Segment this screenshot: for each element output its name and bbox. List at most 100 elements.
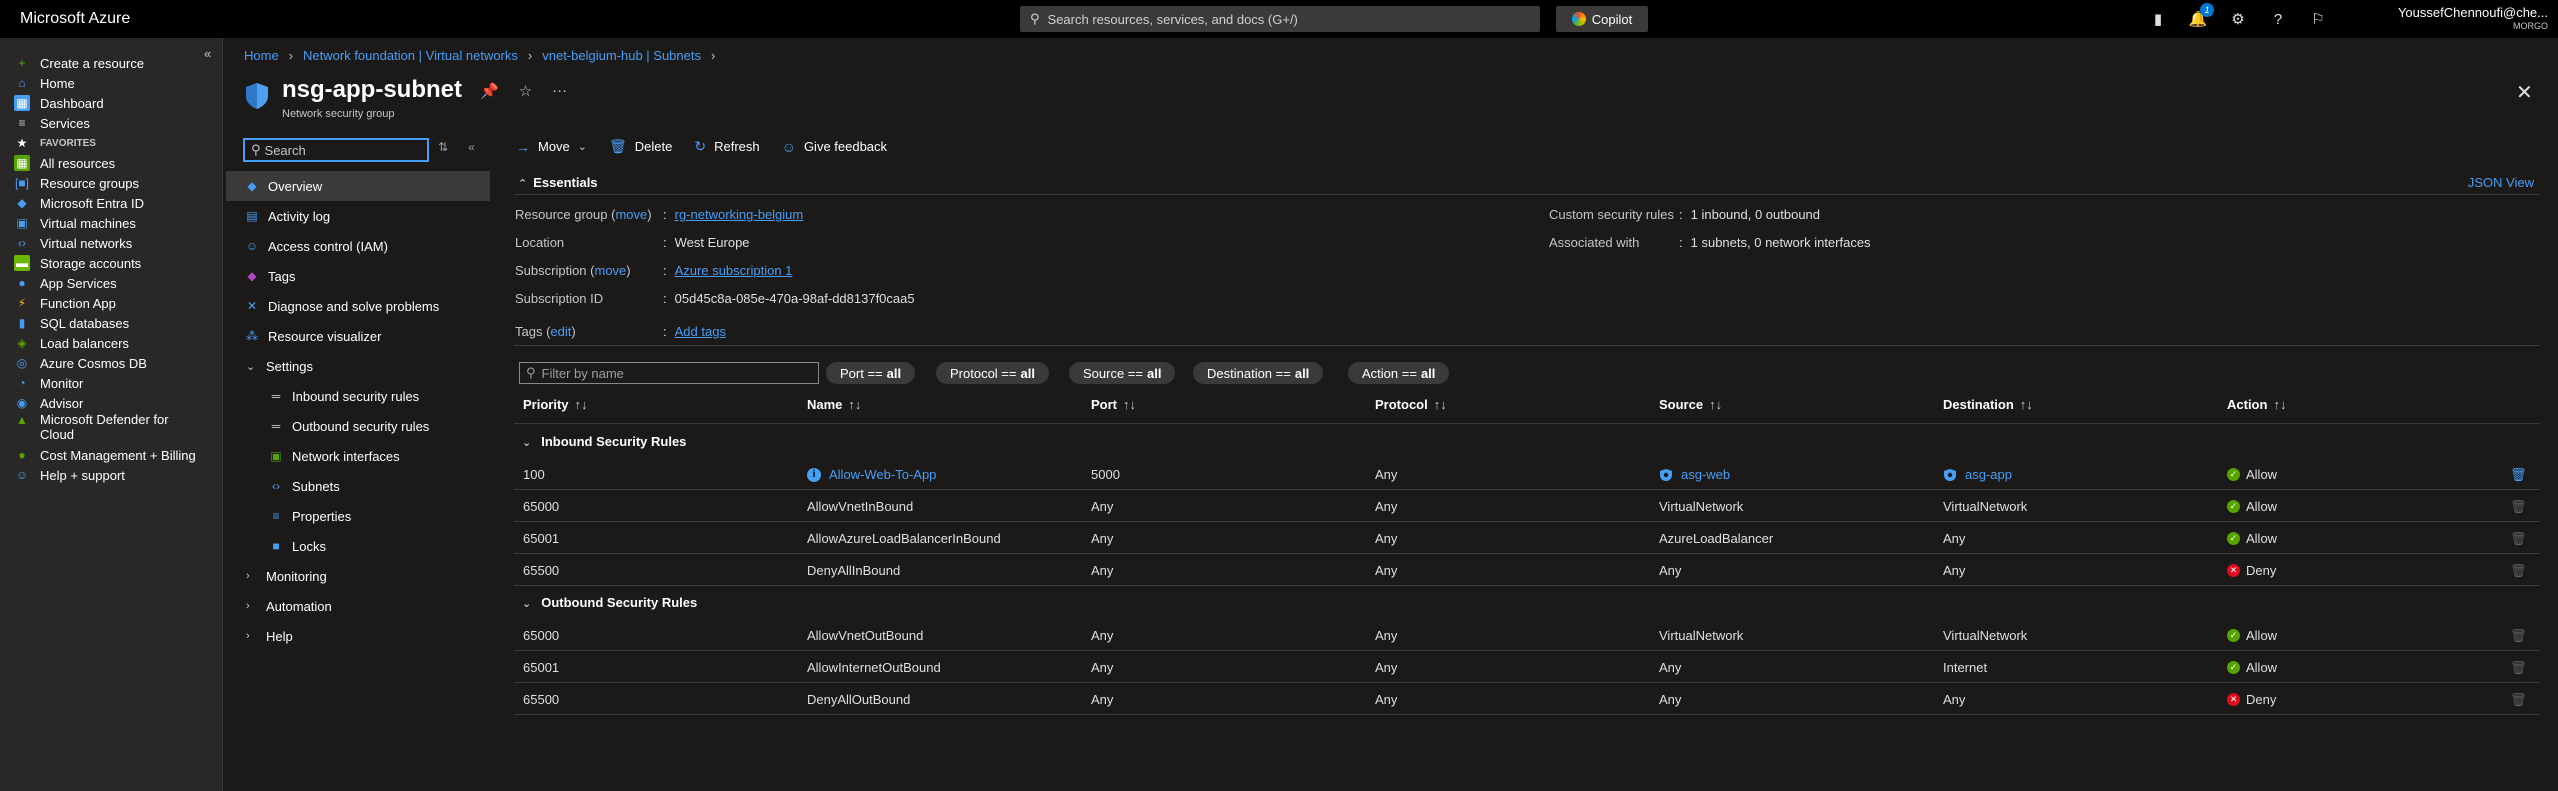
refresh-icon: ↻: [694, 138, 707, 154]
breadcrumb-subnets[interactable]: vnet-belgium-hub | Subnets: [542, 48, 701, 63]
leftnav-item-virtual-machines[interactable]: ▣ Virtual machines: [14, 212, 214, 234]
delete-button[interactable]: 🗑 Delete: [609, 138, 672, 155]
leftnav-item-app-services[interactable]: ● App Services: [14, 272, 214, 294]
leftnav-item-function-app[interactable]: ⚡ Function App: [14, 292, 214, 314]
resource-menu-item-inbound-security-rules[interactable]: ═ Inbound security rules: [226, 381, 490, 411]
leftnav-item-home[interactable]: ⌂ Home: [14, 72, 214, 94]
resource-menu-item-locks[interactable]: ■ Locks: [226, 531, 490, 561]
outbound-group-header[interactable]: ⌄ Outbound Security Rules: [522, 595, 697, 610]
resource-menu-item-subnets[interactable]: ‹› Subnets: [226, 471, 490, 501]
move-subscription-link[interactable]: move: [595, 263, 627, 278]
column-header-name[interactable]: Name ↑↓: [807, 397, 861, 412]
add-tags-link[interactable]: Add tags: [675, 324, 726, 339]
rule-action: ✓ Allow: [2227, 499, 2277, 514]
resource-menu-item-diagnose-and-solve-problems[interactable]: ✕ Diagnose and solve problems: [226, 291, 490, 321]
close-blade-icon[interactable]: ✕: [2516, 80, 2533, 105]
leftnav-item-monitor[interactable]: ◔ Monitor: [14, 372, 214, 394]
rule-name: DenyAllInBound: [807, 563, 901, 578]
essentials-header[interactable]: ⌃ Essentials JSON View: [514, 172, 2540, 195]
breadcrumb-virtual-networks[interactable]: Network foundation | Virtual networks: [303, 48, 518, 63]
properties-icon: ≡: [272, 509, 280, 523]
expand-collapse-icon[interactable]: ⇅: [438, 140, 448, 154]
subscription-link[interactable]: Azure subscription 1: [675, 263, 793, 278]
resource-menu-item-automation[interactable]: › Automation: [226, 591, 490, 621]
json-view-link[interactable]: JSON View: [2468, 175, 2534, 190]
column-header-action[interactable]: Action ↑↓: [2227, 397, 2286, 412]
rule-destination[interactable]: asg-app: [1943, 467, 2012, 482]
filter-pill-protocol[interactable]: Protocol == all: [936, 362, 1049, 384]
leftnav-item-help-support[interactable]: ☺ Help + support: [14, 464, 214, 486]
leftnav-item-plus[interactable]: + Create a resource: [14, 52, 214, 74]
resource-menu-item-outbound-security-rules[interactable]: ═ Outbound security rules: [226, 411, 490, 441]
leftnav-item-advisor[interactable]: ◉ Advisor: [14, 392, 214, 414]
resource-menu-item-overview[interactable]: ◆ Overview: [226, 171, 490, 201]
essentials-resource-group: Resource group (move) : rg-networking-be…: [515, 207, 804, 222]
resource-menu-search-input[interactable]: ⚲ Search: [243, 138, 429, 162]
edit-tags-link[interactable]: edit: [550, 324, 571, 339]
resource-menu-item-access-control-iam[interactable]: ☺ Access control (IAM): [226, 231, 490, 261]
rule-name: AllowInternetOutBound: [807, 660, 941, 675]
leftnav-item-cosmos-db[interactable]: ◎ Azure Cosmos DB: [14, 352, 214, 374]
visualizer-icon: ⁂: [246, 329, 258, 343]
column-header-priority[interactable]: Priority ↑↓: [523, 397, 588, 412]
brand-title[interactable]: Microsoft Azure: [20, 10, 130, 28]
chevron-down-icon: ⌄: [246, 360, 256, 373]
rule-destination: Internet: [1943, 660, 1988, 675]
filter-pill-action[interactable]: Action == all: [1348, 362, 1450, 384]
user-account-button[interactable]: YoussefChennoufi@che... MORGO: [2358, 5, 2548, 31]
give-feedback-button[interactable]: ☺ Give feedback: [782, 138, 887, 155]
inbound-group-header[interactable]: ⌄ Inbound Security Rules: [522, 434, 686, 449]
column-header-destination[interactable]: Destination ↑↓: [1943, 397, 2033, 412]
delete-rule-icon: 🗑: [2510, 499, 2527, 514]
global-search-input[interactable]: ⚲ Search resources, services, and docs (…: [1020, 6, 1540, 32]
resource-menu-item-tags[interactable]: ◆ Tags: [226, 261, 490, 291]
filter-by-name-input[interactable]: ⚲ Filter by name: [519, 362, 819, 384]
breadcrumb-home[interactable]: Home: [244, 48, 279, 63]
resource-menu-item-network-interfaces[interactable]: ▣ Network interfaces: [226, 441, 490, 471]
resource-menu-item-resource-visualizer[interactable]: ⁂ Resource visualizer: [226, 321, 490, 351]
settings-gear-icon[interactable]: ⚙: [2228, 9, 2248, 29]
rule-name[interactable]: i Allow-Web-To-App: [807, 467, 936, 482]
feedback-icon[interactable]: ⚐: [2308, 9, 2328, 29]
breadcrumb-separator: ›: [527, 48, 533, 63]
leftnav-item-all-resources[interactable]: ▦ All resources: [14, 152, 214, 174]
help-icon[interactable]: ?: [2268, 9, 2288, 29]
collapse-menu-icon[interactable]: «: [468, 140, 475, 154]
leftnav-item-load-balancers[interactable]: ◈ Load balancers: [14, 332, 214, 354]
notifications-bell-icon[interactable]: 🔔 1: [2188, 3, 2214, 29]
leftnav-item-resource-groups[interactable]: [■] Resource groups: [14, 172, 214, 194]
column-header-protocol[interactable]: Protocol ↑↓: [1375, 397, 1447, 412]
resource-menu-item-activity-log[interactable]: ▤ Activity log: [226, 201, 490, 231]
subscription-id-value: 05d45c8a-085e-470a-98af-dd8137f0caa5: [674, 291, 915, 306]
leftnav-item-entra-id[interactable]: ◆ Microsoft Entra ID: [14, 192, 214, 214]
cloud-shell-icon[interactable]: ▮: [2148, 9, 2168, 29]
delete-rule-icon[interactable]: 🗑: [2510, 467, 2527, 483]
filter-pill-destination[interactable]: Destination == all: [1193, 362, 1324, 384]
resource-menu-item-monitoring[interactable]: › Monitoring: [226, 561, 490, 591]
more-options-icon[interactable]: ···: [552, 82, 567, 100]
leftnav-item-cost-management[interactable]: ● Cost Management + Billing: [14, 444, 214, 466]
rule-source[interactable]: asg-web: [1659, 467, 1730, 482]
filter-pill-port[interactable]: Port == all: [826, 362, 916, 384]
resource-group-link[interactable]: rg-networking-belgium: [675, 207, 804, 222]
pin-icon[interactable]: 📌: [480, 82, 499, 100]
copilot-button[interactable]: Copilot: [1556, 6, 1648, 32]
move-resource-group-link[interactable]: move: [615, 207, 647, 222]
leftnav-item-services[interactable]: ≡ Services: [14, 112, 214, 134]
leftnav-item-virtual-networks[interactable]: ‹› Virtual networks: [14, 232, 214, 254]
resource-menu-item-help[interactable]: › Help: [226, 621, 490, 651]
leftnav-item-sql-databases[interactable]: ▮ SQL databases: [14, 312, 214, 334]
leftnav-item-dashboard[interactable]: ▦ Dashboard: [14, 92, 214, 114]
row-divider: [514, 682, 2540, 683]
column-header-source[interactable]: Source ↑↓: [1659, 397, 1722, 412]
filter-pill-source[interactable]: Source == all: [1069, 362, 1176, 384]
move-button[interactable]: → Move ⌄: [516, 138, 587, 155]
associated-value: 1 subnets, 0 network interfaces: [1690, 235, 1871, 250]
column-header-port[interactable]: Port ↑↓: [1091, 397, 1136, 412]
overview-shield-icon: ◆: [247, 179, 257, 193]
resource-menu-item-properties[interactable]: ≡ Properties: [226, 501, 490, 531]
refresh-button[interactable]: ↻ Refresh: [694, 138, 759, 155]
resource-menu-item-settings[interactable]: ⌄ Settings: [226, 351, 490, 381]
leftnav-item-storage-accounts[interactable]: ▬ Storage accounts: [14, 252, 214, 274]
favorite-star-icon[interactable]: ☆: [519, 82, 532, 100]
